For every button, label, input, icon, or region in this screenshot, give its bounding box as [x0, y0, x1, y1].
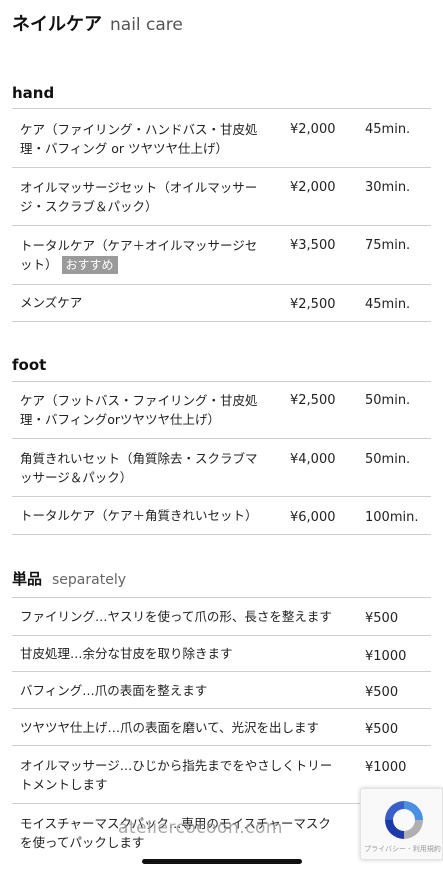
menu-item-name: トータルケア（ケア＋角質きれいセット） — [20, 508, 258, 523]
divider — [12, 321, 431, 322]
menu-item-time: 45min. — [365, 122, 411, 137]
divider — [12, 108, 431, 109]
divider — [12, 167, 431, 168]
divider — [12, 597, 431, 598]
section-title-foot: foot — [12, 356, 47, 374]
section-title-single: 単品 separately — [12, 570, 127, 588]
menu-item-name: オイルマッサージ…ひじから指先までをやさしくトリー トメントします — [20, 758, 333, 792]
menu-item-time: 75min. — [365, 238, 411, 253]
menu-item-price: ¥500 — [365, 685, 399, 700]
menu-item-price: ¥2,000 — [290, 180, 336, 195]
divider — [12, 534, 431, 535]
recaptcha-icon — [385, 801, 423, 839]
menu-item-time: 30min. — [365, 180, 411, 195]
site-watermark: ateliercocoon.com — [118, 818, 283, 838]
menu-item-name: ファイリング…ヤスリを使って爪の形、長さを整えます — [20, 609, 332, 624]
menu-item-name: トータルケア（ケア＋オイルマッサージセ ット） おすすめ — [20, 238, 258, 274]
menu-item-name: バフィング…爪の表面を整えます — [20, 683, 208, 698]
menu-item-time: 45min. — [365, 297, 411, 312]
divider — [12, 225, 431, 226]
divider — [12, 496, 431, 497]
menu-item-name: ケア（ファイリング・ハンドバス・甘皮処 理・バフィング or ツヤツヤ仕上げ） — [20, 122, 258, 156]
page-title-jp: ネイルケア — [12, 14, 102, 35]
recaptcha-privacy-terms[interactable]: プライバシー - 利用規約 — [361, 844, 442, 854]
menu-item-price: ¥1000 — [365, 760, 407, 775]
divider — [12, 708, 431, 709]
menu-item-time: 50min. — [365, 393, 411, 408]
menu-item-time: 50min. — [365, 452, 411, 467]
divider — [12, 671, 431, 672]
menu-item-name: 角質きれいセット（角質除去・スクラブマ ッサージ＆パック） — [20, 451, 258, 485]
menu-item-price: ¥500 — [365, 611, 399, 626]
menu-item-price: ¥500 — [365, 722, 399, 737]
recaptcha-badge[interactable]: プライバシー - 利用規約 — [360, 788, 443, 860]
section-title-hand: hand — [12, 84, 55, 102]
menu-item-time: 100min. — [365, 510, 419, 525]
divider — [12, 381, 431, 382]
divider — [12, 438, 431, 439]
menu-item-name: ツヤツヤ仕上げ…爪の表面を磨いて、光沢を出します — [20, 720, 320, 735]
page-title: ネイルケア nail care — [12, 10, 183, 36]
menu-item-price: ¥4,000 — [290, 452, 336, 467]
menu-item-name: 甘皮処理…余分な甘皮を取り除きます — [20, 646, 233, 661]
divider — [12, 635, 431, 636]
page-title-en: nail care — [110, 15, 183, 35]
divider — [12, 284, 431, 285]
recommended-badge: おすすめ — [61, 256, 118, 274]
home-indicator — [142, 859, 302, 864]
menu-item-price: ¥3,500 — [290, 238, 336, 253]
menu-item-price: ¥6,000 — [290, 510, 336, 525]
menu-item-name: メンズケア — [20, 295, 83, 310]
menu-item-price: ¥1000 — [365, 649, 407, 664]
menu-item-name: ケア（フットバス・ファイリング・甘皮処 理・バフィングorツヤツヤ仕上げ） — [20, 393, 258, 427]
menu-item-name: オイルマッサージセット（オイルマッサー ジ・スクラブ＆パック） — [20, 180, 258, 214]
divider — [12, 745, 431, 746]
menu-item-price: ¥2,500 — [290, 393, 336, 408]
menu-item-price: ¥2,000 — [290, 122, 336, 137]
menu-item-price: ¥2,500 — [290, 297, 336, 312]
